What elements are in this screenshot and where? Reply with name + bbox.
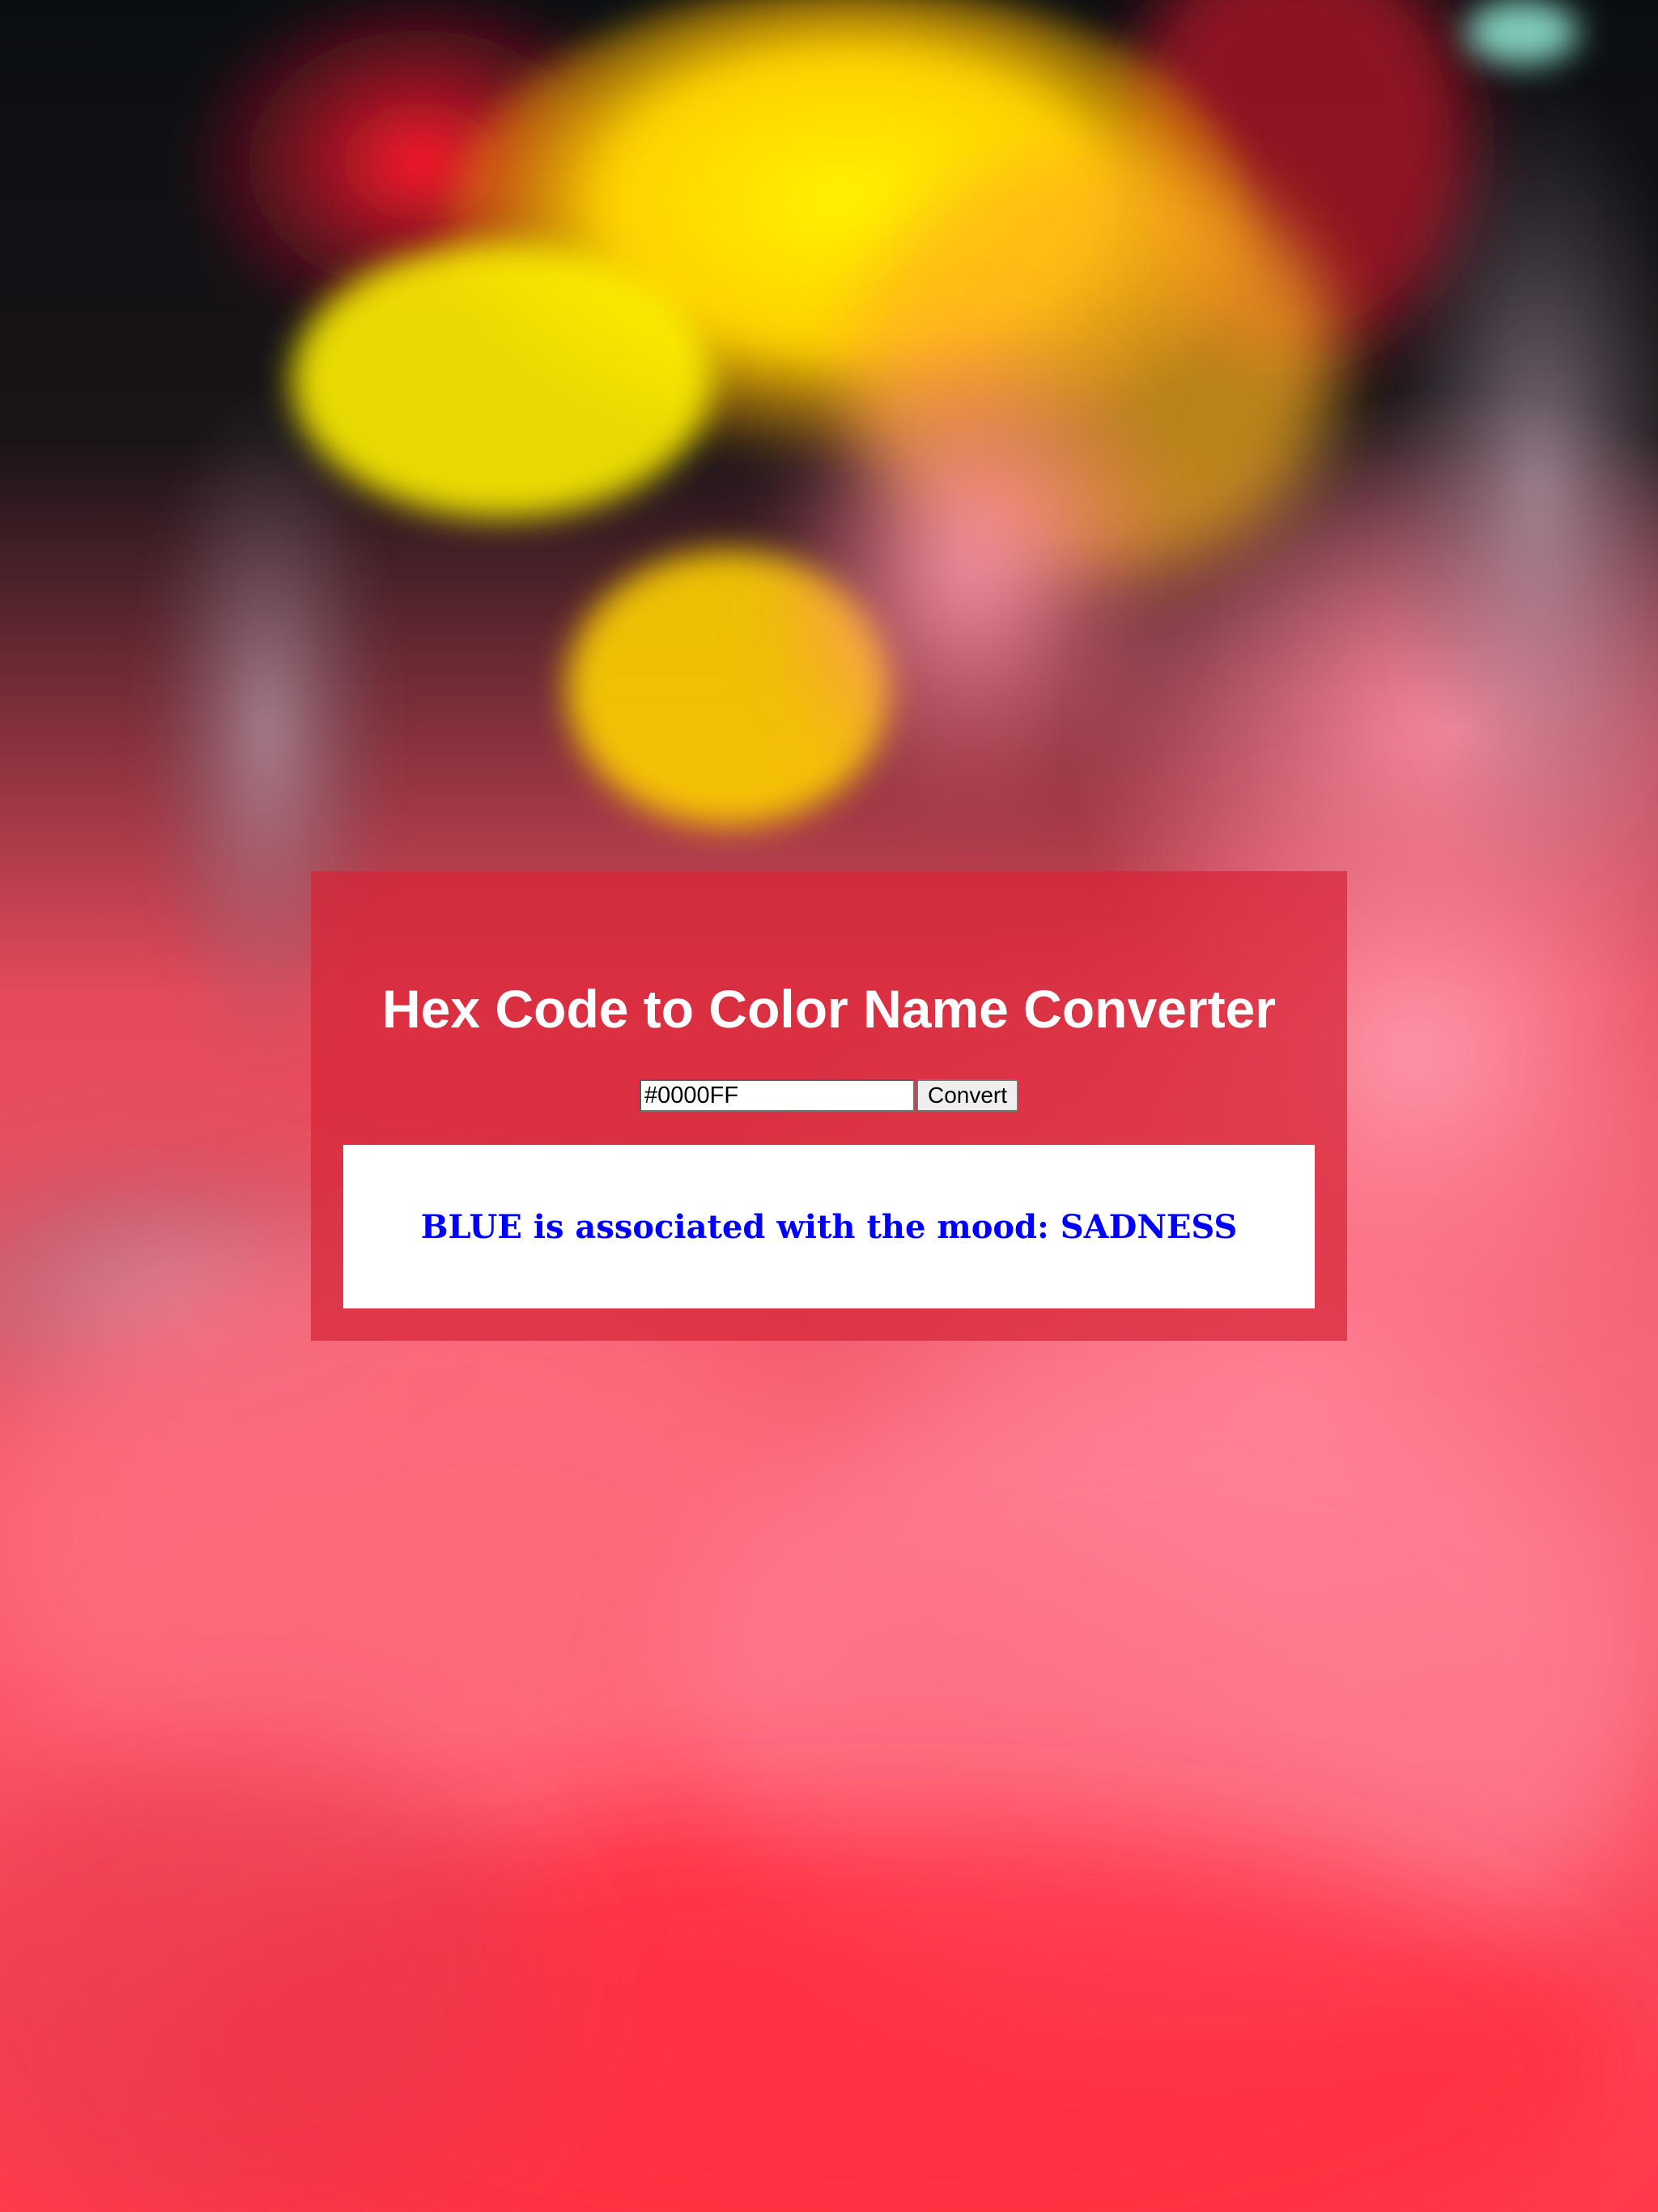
page-title: Hex Code to Color Name Converter	[382, 979, 1276, 1039]
convert-button[interactable]: Convert	[916, 1079, 1019, 1112]
result-text: BLUE is associated with the mood: SADNES…	[420, 1207, 1238, 1246]
hex-form: Convert	[311, 1079, 1347, 1113]
hex-code-input[interactable]	[639, 1079, 915, 1112]
result-box: BLUE is associated with the mood: SADNES…	[343, 1145, 1315, 1308]
converter-panel: Hex Code to Color Name Converter Convert…	[311, 871, 1347, 1341]
